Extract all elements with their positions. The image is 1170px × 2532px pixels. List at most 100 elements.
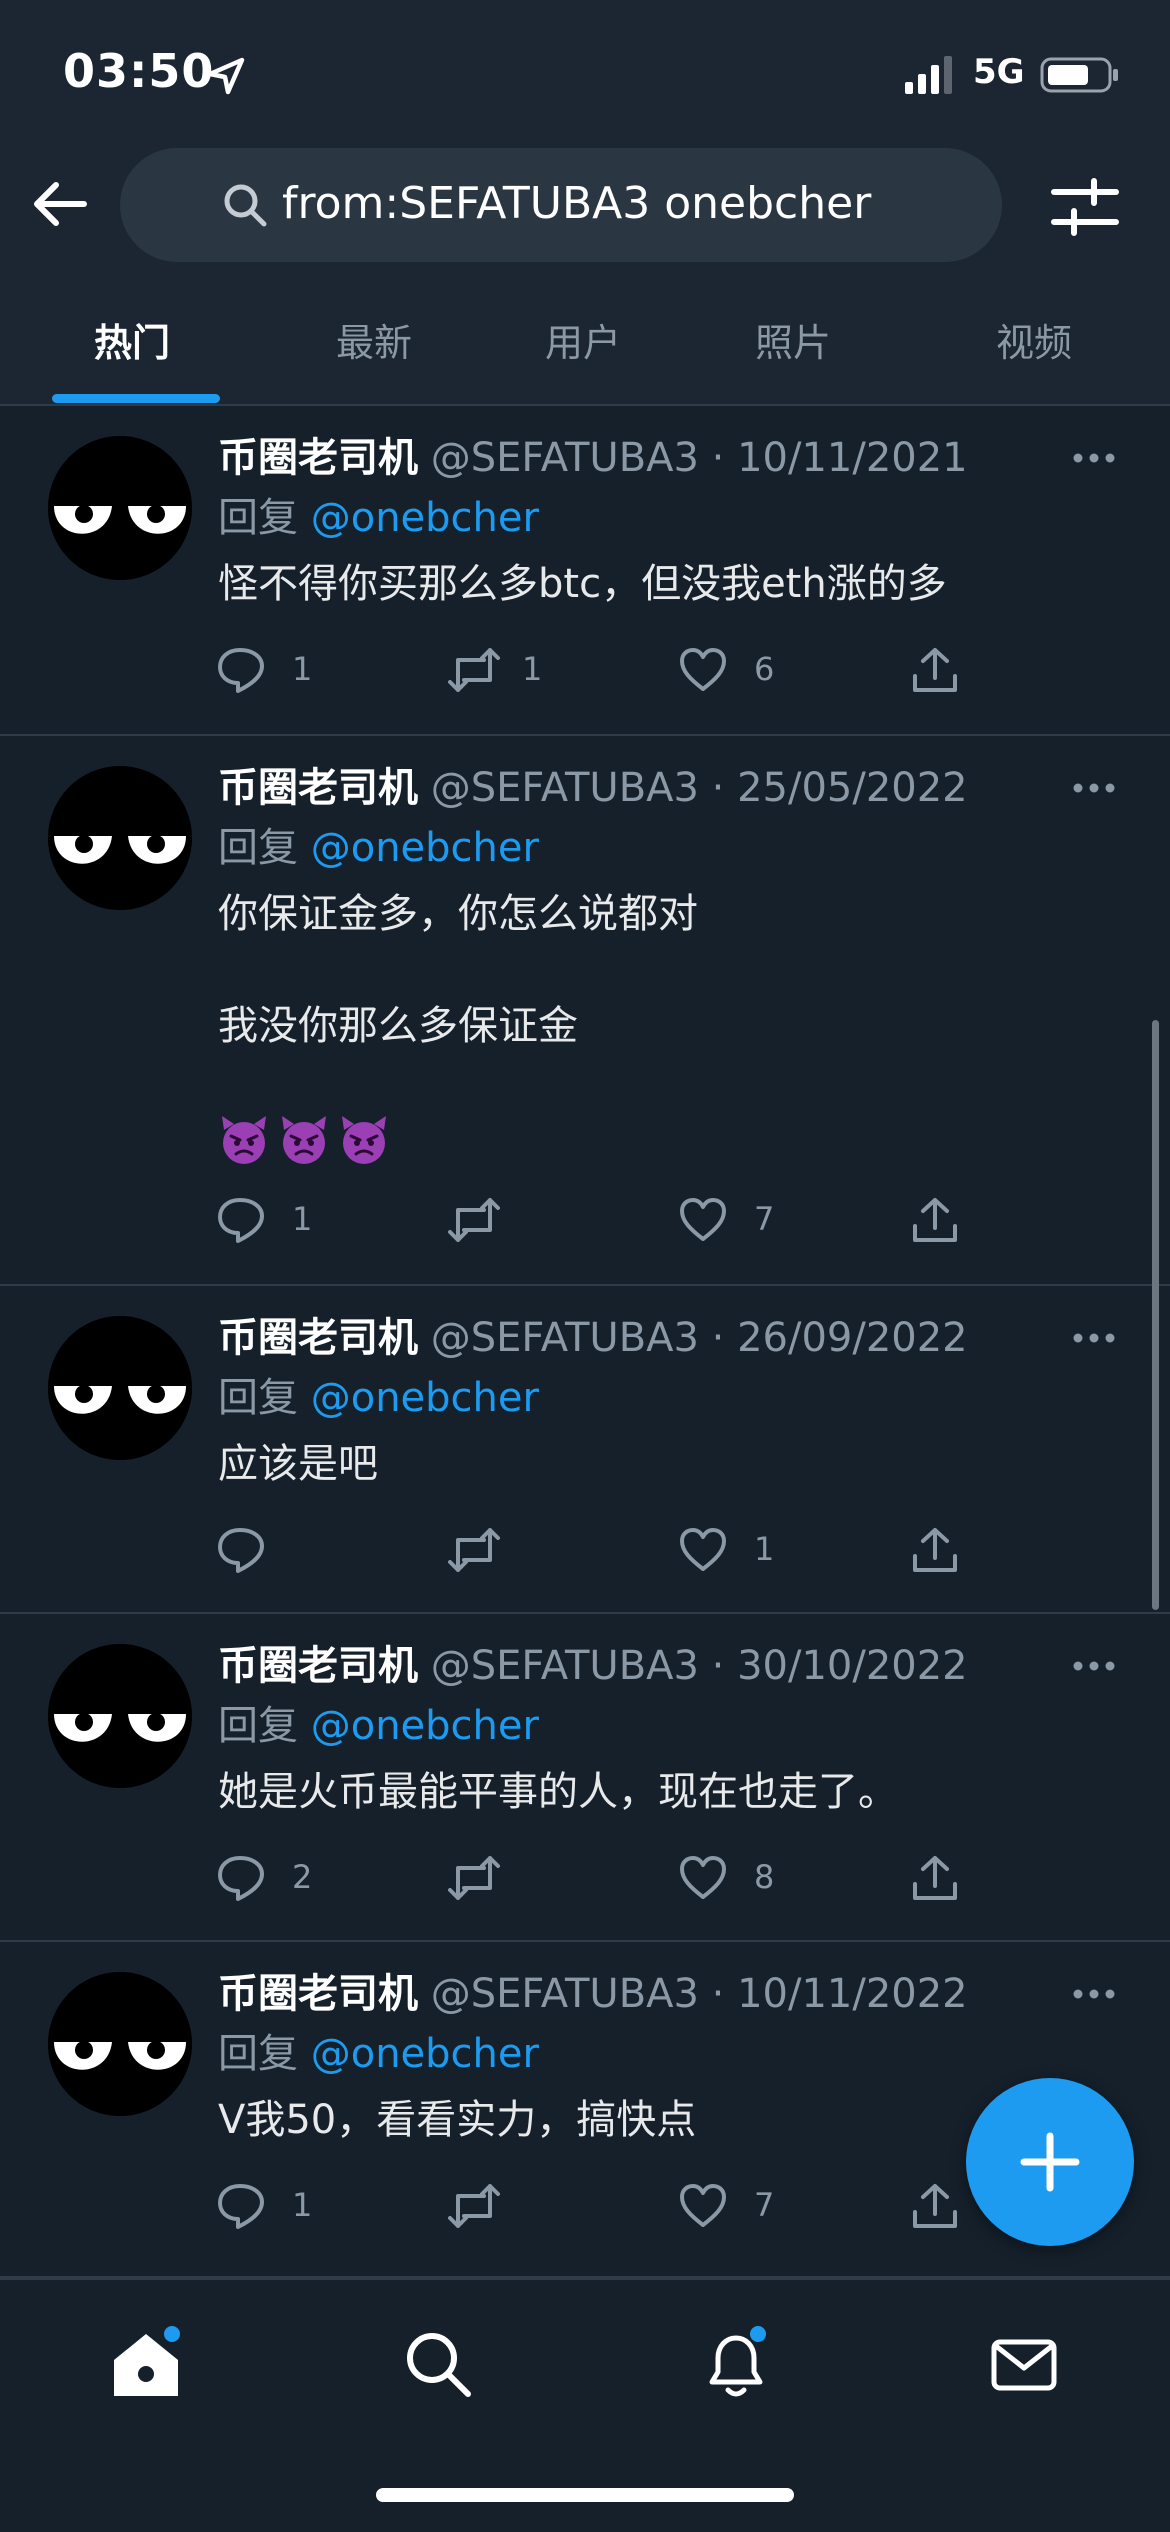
display-name[interactable]: 币圈老司机 [218, 435, 418, 481]
tweet-actions: 2 8 [216, 1848, 976, 1908]
tab-top[interactable]: 热门 [94, 312, 170, 367]
tweet-text: V我50，看看实力，搞快点 [218, 2097, 697, 2143]
reply-button[interactable] [216, 1520, 336, 1580]
avatar[interactable] [48, 436, 192, 580]
retweet-button[interactable] [446, 2176, 566, 2236]
avatar[interactable] [48, 1644, 192, 1788]
display-name[interactable]: 币圈老司机 [218, 765, 418, 811]
like-button[interactable]: 6 [678, 640, 798, 700]
mention-link[interactable]: @onebcher [311, 1375, 539, 1421]
reply-icon [218, 1528, 264, 1573]
search-icon[interactable] [398, 2324, 478, 2404]
mention-link[interactable]: @onebcher [311, 2031, 539, 2077]
more-options-icon[interactable] [1072, 780, 1116, 796]
reply-button[interactable]: 1 [216, 2176, 336, 2236]
angry-devil-emoji [282, 1116, 326, 1164]
tweet-actions: 1 7 [216, 2176, 976, 2236]
retweet-button[interactable] [446, 1190, 566, 1250]
heart-icon [680, 2184, 726, 2227]
tweet-card[interactable]: 币圈老司机 @SEFATUBA3 · 10/11/2021 回复 @onebch… [0, 406, 1170, 736]
status-time: 03:50 [63, 44, 215, 98]
share-button[interactable] [910, 1190, 970, 1250]
tweet-header: 币圈老司机 @SEFATUBA3 · 10/11/2022 [218, 1968, 978, 2020]
search-input[interactable]: from:SEFATUBA3 onebcher [120, 148, 1002, 262]
handle-and-date: @SEFATUBA3 · 30/10/2022 [430, 1643, 968, 1689]
tweet-text: 她是火币最能平事的人，现在也走了。 [218, 1769, 898, 1815]
display-name[interactable]: 币圈老司机 [218, 1643, 418, 1689]
tweet-text: 你保证金多，你怎么说都对 [218, 891, 698, 937]
retweet-button[interactable] [446, 1848, 566, 1908]
reply-prefix: 回复 [218, 1703, 298, 1749]
avatar[interactable] [48, 1316, 192, 1460]
notifications-icon[interactable] [696, 2324, 776, 2404]
avatar[interactable] [48, 766, 192, 910]
retweet-button[interactable]: 1 [446, 640, 566, 700]
tab-photos[interactable]: 照片 [755, 312, 831, 367]
share-button[interactable] [910, 1520, 970, 1580]
more-options-icon[interactable] [1072, 450, 1116, 466]
search-filter-icon[interactable] [1050, 178, 1120, 236]
avatar-eyes-image [48, 1644, 192, 1788]
tweet-header: 币圈老司机 @SEFATUBA3 · 30/10/2022 [218, 1640, 978, 1692]
angry-devil-emoji [222, 1116, 266, 1164]
messages-icon[interactable] [984, 2324, 1064, 2404]
location-arrow-icon [207, 57, 245, 95]
home-icon[interactable] [106, 2324, 186, 2404]
more-options-icon[interactable] [1072, 1658, 1116, 1674]
emoji-row [218, 1114, 398, 1170]
tweet-header: 币圈老司机 @SEFATUBA3 · 26/09/2022 [218, 1312, 978, 1364]
reply-button[interactable]: 1 [216, 640, 336, 700]
like-button[interactable]: 1 [678, 1520, 798, 1580]
reply-count: 1 [292, 650, 313, 688]
tweet-header: 币圈老司机 @SEFATUBA3 · 25/05/2022 [218, 762, 978, 814]
retweet-button[interactable] [446, 1520, 566, 1580]
mention-link[interactable]: @onebcher [311, 495, 539, 541]
screen: 03:50 5G from:SEFATUBA3 onebcher 热门 最新 用… [0, 0, 1170, 2532]
scrollbar[interactable] [1152, 1020, 1159, 1610]
like-count: 7 [754, 1200, 775, 1238]
retweet-icon [448, 1198, 500, 1242]
tweet-text: 我没你那么多保证金 [218, 1003, 578, 1049]
share-button[interactable] [910, 640, 970, 700]
tweet-card[interactable]: 币圈老司机 @SEFATUBA3 · 25/05/2022 回复 @onebch… [0, 736, 1170, 1286]
mention-link[interactable]: @onebcher [311, 1703, 539, 1749]
retweet-icon [448, 2184, 500, 2228]
replying-to: 回复 @onebcher [218, 2028, 539, 2080]
reply-button[interactable]: 2 [216, 1848, 336, 1908]
handle-and-date: @SEFATUBA3 · 10/11/2022 [430, 1971, 968, 2017]
display-name[interactable]: 币圈老司机 [218, 1971, 418, 2017]
reply-count: 1 [292, 1200, 313, 1238]
tab-people[interactable]: 用户 [545, 312, 621, 367]
display-name[interactable]: 币圈老司机 [218, 1315, 418, 1361]
home-indicator[interactable] [376, 2488, 794, 2502]
like-button[interactable]: 8 [678, 1848, 798, 1908]
heart-icon [680, 1856, 726, 1899]
handle-and-date: @SEFATUBA3 · 26/09/2022 [430, 1315, 968, 1361]
like-button[interactable]: 7 [678, 1190, 798, 1250]
tab-videos[interactable]: 视频 [996, 312, 1072, 367]
avatar[interactable] [48, 1972, 192, 2116]
search-icon [224, 184, 267, 227]
share-icon [913, 648, 957, 692]
like-button[interactable]: 7 [678, 2176, 798, 2236]
share-button[interactable] [910, 1848, 970, 1908]
heart-icon [680, 1198, 726, 1241]
reply-prefix: 回复 [218, 1375, 298, 1421]
share-icon [913, 1856, 957, 1900]
retweet-icon [448, 1528, 500, 1572]
more-options-icon[interactable] [1072, 1986, 1116, 2002]
share-button[interactable] [910, 2176, 970, 2236]
compose-tweet-button[interactable] [966, 2078, 1134, 2246]
mention-link[interactable]: @onebcher [311, 825, 539, 871]
battery-icon [1040, 57, 1118, 93]
tweet-card[interactable]: 币圈老司机 @SEFATUBA3 · 30/10/2022 回复 @onebch… [0, 1614, 1170, 1942]
tweet-card[interactable]: 币圈老司机 @SEFATUBA3 · 26/09/2022 回复 @onebch… [0, 1286, 1170, 1614]
tweet-text: 应该是吧 [218, 1441, 378, 1487]
back-arrow-icon[interactable] [28, 172, 92, 236]
like-count: 1 [754, 1530, 775, 1568]
tab-latest[interactable]: 最新 [336, 312, 412, 367]
avatar-eyes-image [48, 436, 192, 580]
network-type: 5G [973, 52, 1025, 92]
reply-button[interactable]: 1 [216, 1190, 336, 1250]
more-options-icon[interactable] [1072, 1330, 1116, 1346]
